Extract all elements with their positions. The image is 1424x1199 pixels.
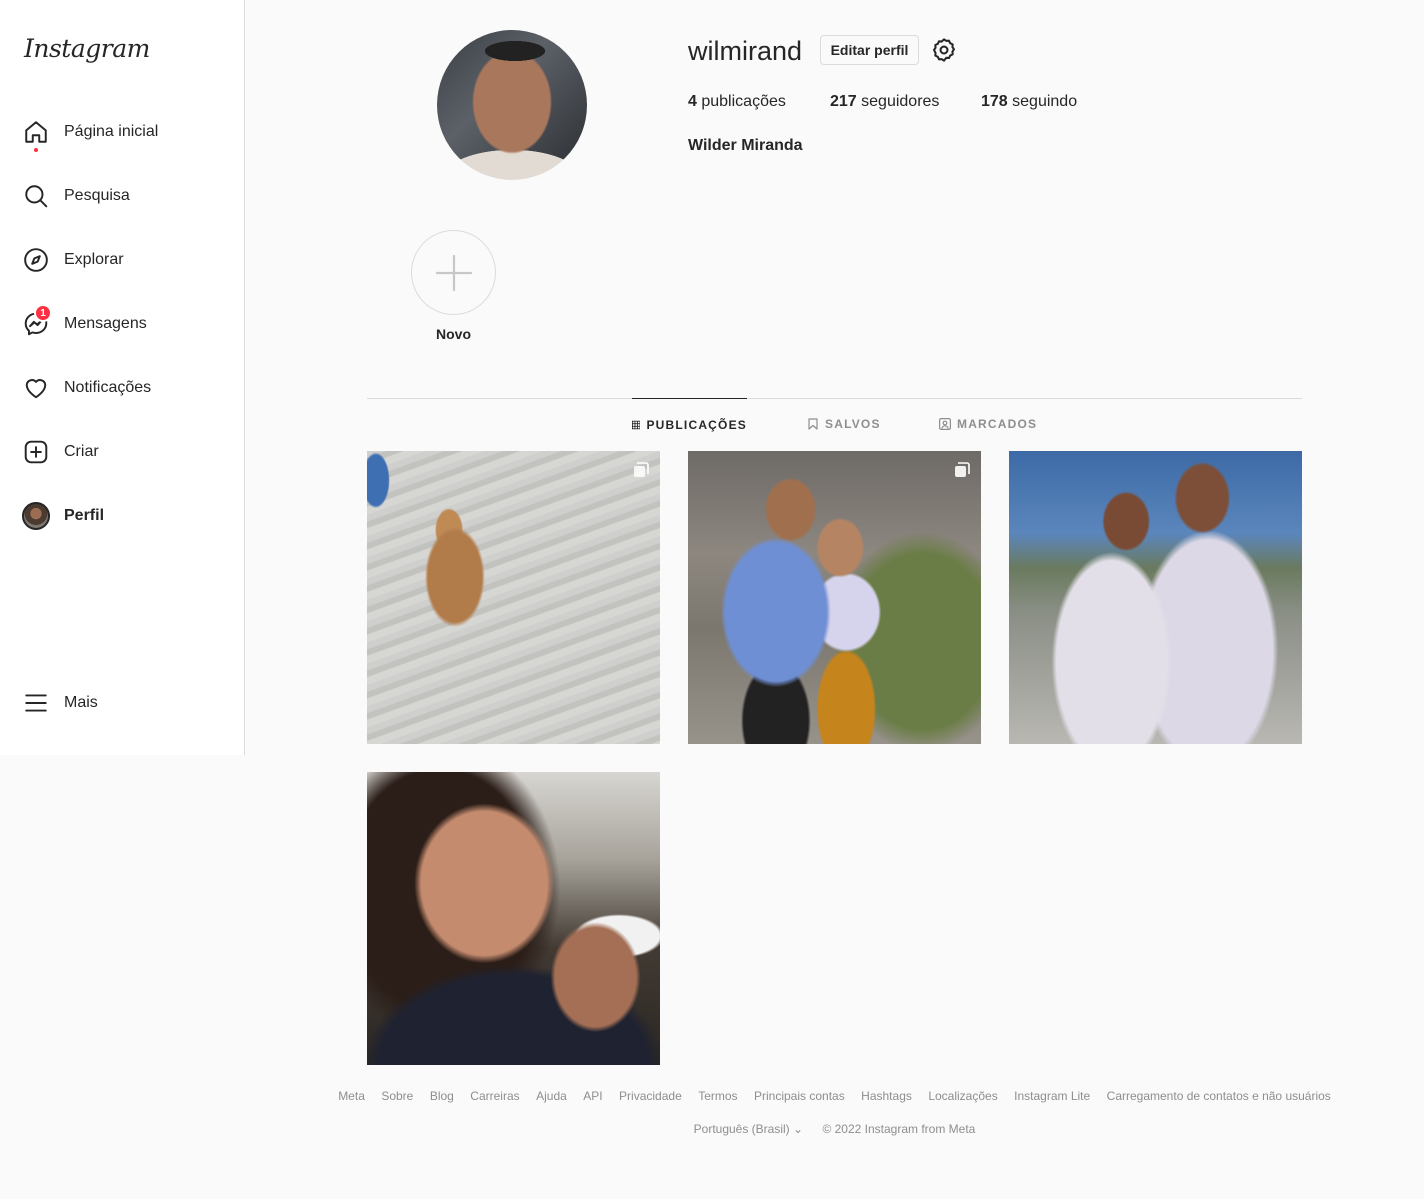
avatar (22, 502, 50, 530)
footer-link[interactable]: Termos (698, 1089, 737, 1103)
message-count-badge: 1 (34, 304, 52, 322)
footer-link[interactable]: Carreiras (470, 1089, 519, 1103)
messenger-icon: 1 (22, 304, 52, 338)
profile-username: wilmirand (688, 36, 803, 66)
sidebar-item-label: Notificações (64, 379, 152, 396)
footer-bottom: Português (Brasil) ⌄ © 2022 Instagram fr… (0, 1122, 1424, 1136)
language-selector[interactable]: Português (Brasil) ⌄ (694, 1122, 803, 1136)
profile-full-name: Wilder Miranda (688, 137, 803, 154)
footer-link[interactable]: Sobre (381, 1089, 413, 1103)
compass-icon (22, 246, 50, 274)
footer-links: Meta Sobre Blog Carreiras Ajuda API Priv… (0, 1087, 1424, 1105)
following-count: 178 (981, 93, 1008, 110)
search-icon (22, 182, 50, 210)
sidebar-item-label: Mensagens (64, 315, 147, 332)
sidebar: Instagram Página inicial Pesquisa Explor… (0, 0, 245, 755)
sidebar-item-profile[interactable]: Perfil (22, 500, 104, 532)
tab-posts[interactable]: PUBLICAÇÕES (632, 398, 747, 450)
posts-count-stat: 4 publicações (688, 93, 786, 111)
sidebar-item-explore[interactable]: Explorar (22, 244, 124, 276)
bookmark-icon (808, 418, 818, 430)
plus-icon (435, 254, 472, 291)
tab-saved[interactable]: SALVOS (807, 398, 881, 450)
followers-label: seguidores (861, 93, 940, 110)
footer-link[interactable]: Privacidade (619, 1089, 682, 1103)
tab-label: MARCADOS (957, 417, 1038, 431)
footer-link[interactable]: Localizações (928, 1089, 997, 1103)
sidebar-item-label: Pesquisa (64, 187, 130, 204)
instagram-logo[interactable]: Instagram (24, 34, 150, 63)
plus-square-icon (22, 438, 50, 466)
copyright: © 2022 Instagram from Meta (822, 1122, 976, 1136)
new-highlight-button[interactable] (411, 230, 496, 315)
sidebar-item-notifications[interactable]: Notificações (22, 372, 151, 404)
sidebar-item-label: Página inicial (64, 123, 159, 140)
footer-link[interactable]: Ajuda (536, 1089, 567, 1103)
footer-link[interactable]: Carregamento de contatos e não usuários (1107, 1089, 1331, 1103)
following-label: seguindo (1012, 93, 1078, 110)
post-thumbnail[interactable] (367, 451, 660, 744)
tab-label: SALVOS (825, 417, 881, 431)
sidebar-item-label: Perfil (64, 507, 105, 524)
tab-label: PUBLICAÇÕES (646, 417, 747, 432)
carousel-icon (955, 462, 970, 477)
footer-link[interactable]: Blog (430, 1089, 454, 1103)
sidebar-item-label: Criar (64, 443, 99, 460)
posts-label: publicações (701, 93, 786, 110)
language-label: Português (Brasil) (693, 1122, 790, 1136)
tagged-user-icon (939, 418, 951, 430)
sidebar-item-label: Mais (64, 694, 98, 711)
sidebar-item-search[interactable]: Pesquisa (22, 180, 130, 212)
following-link[interactable]: 178 seguindo (981, 93, 1077, 111)
sidebar-item-more[interactable]: Mais (22, 687, 98, 719)
home-icon (22, 118, 50, 152)
menu-icon (22, 689, 50, 717)
footer-link[interactable]: Principais contas (754, 1089, 845, 1103)
sidebar-item-create[interactable]: Criar (22, 436, 99, 468)
footer-link[interactable]: Hashtags (861, 1089, 912, 1103)
heart-icon (22, 374, 50, 402)
sidebar-item-label: Explorar (64, 251, 124, 268)
footer-link[interactable]: Meta (338, 1089, 365, 1103)
followers-link[interactable]: 217 seguidores (830, 93, 939, 111)
followers-count: 217 (830, 93, 857, 110)
new-highlight-label: Novo (436, 326, 471, 342)
sidebar-item-home[interactable]: Página inicial (22, 116, 159, 152)
sidebar-item-messages[interactable]: 1 Mensagens (22, 304, 147, 340)
post-thumbnail[interactable] (688, 451, 981, 744)
footer-link[interactable]: Instagram Lite (1014, 1089, 1090, 1103)
edit-profile-button[interactable]: Editar perfil (820, 35, 919, 65)
post-thumbnail[interactable] (1009, 451, 1302, 744)
tab-tagged[interactable]: MARCADOS (939, 398, 1037, 450)
profile-avatar-icon (22, 502, 50, 530)
chevron-down-icon: ⌄ (793, 1122, 804, 1136)
carousel-icon (634, 462, 649, 477)
post-thumbnail[interactable] (367, 772, 660, 1065)
grid-icon (632, 420, 641, 429)
settings-gear-icon[interactable] (931, 37, 957, 63)
footer-link[interactable]: API (583, 1089, 602, 1103)
posts-count: 4 (688, 93, 697, 110)
profile-avatar[interactable] (437, 30, 587, 180)
notification-dot (34, 148, 38, 152)
